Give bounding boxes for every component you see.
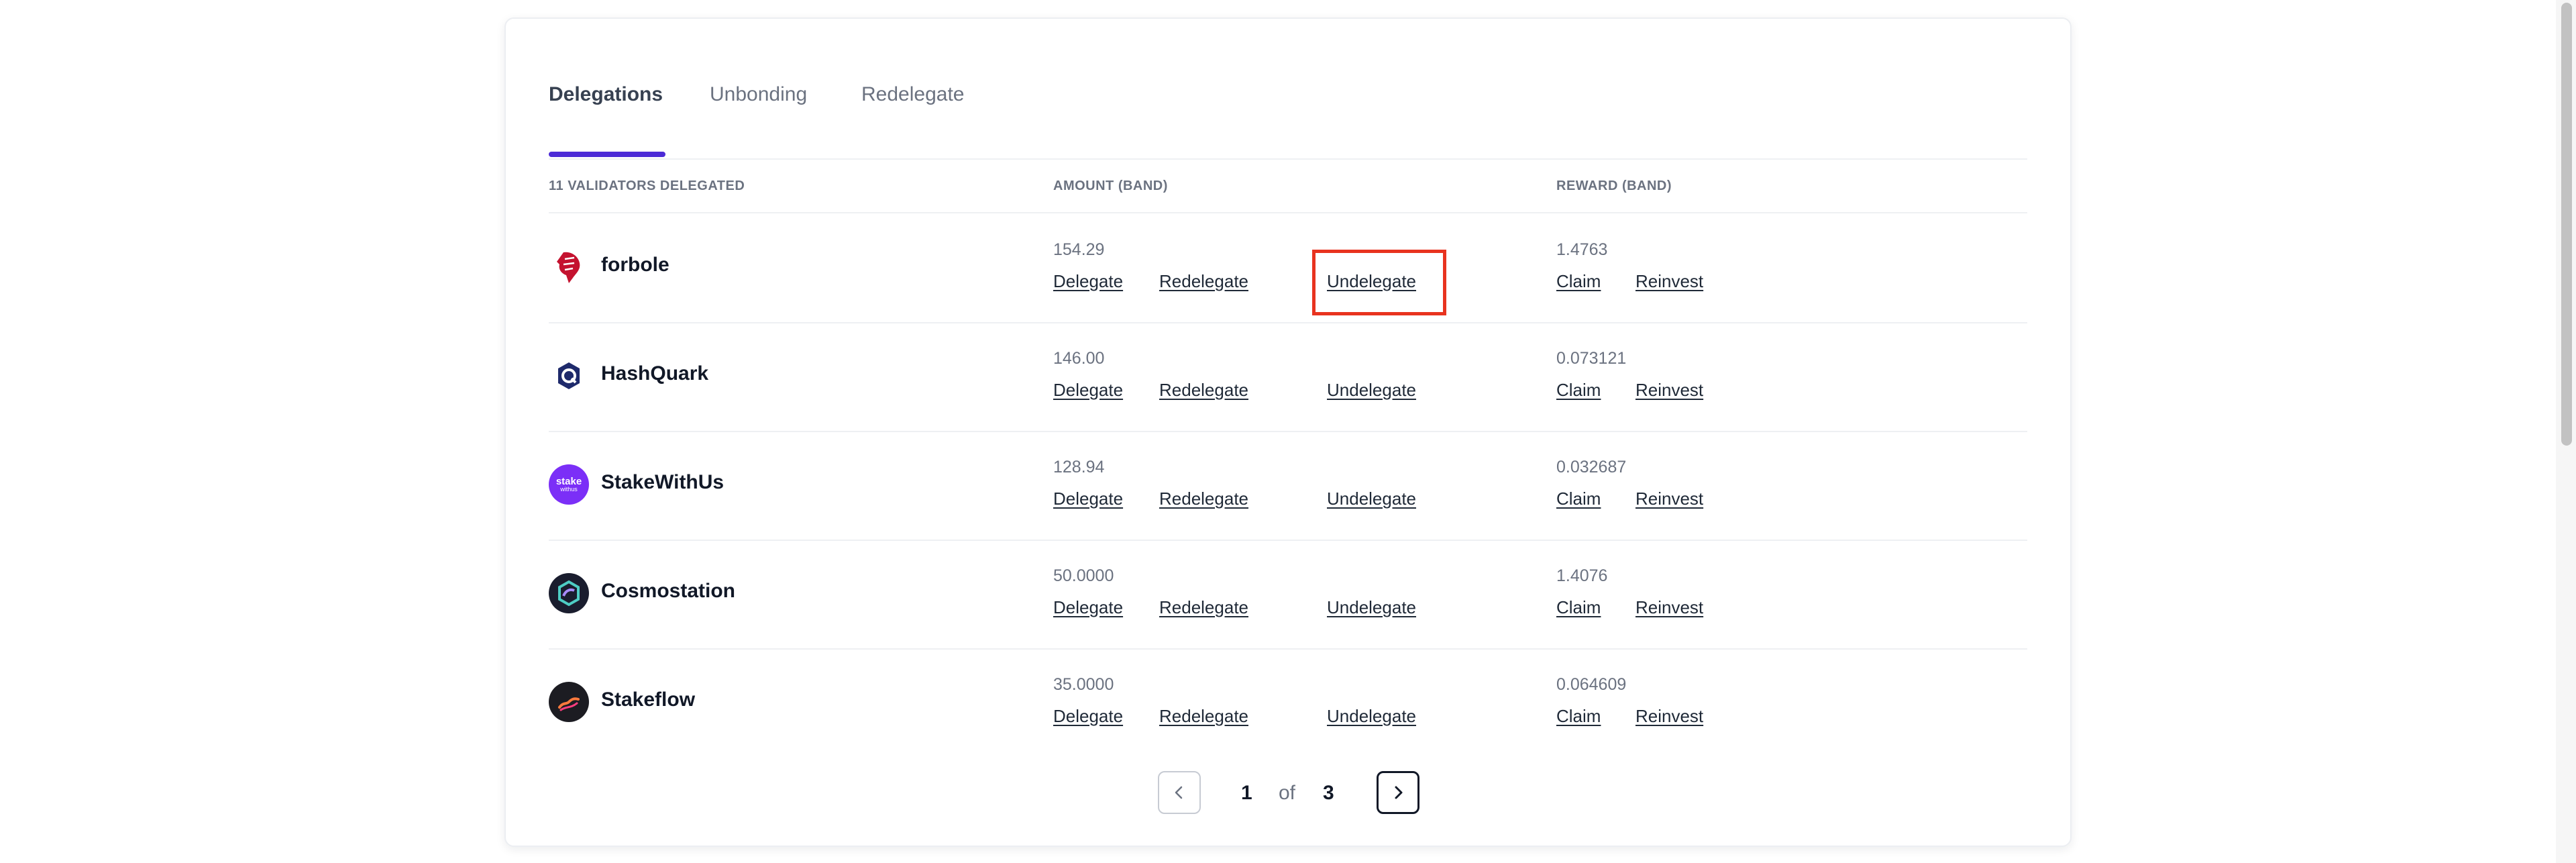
validator-name[interactable]: HashQuark xyxy=(601,362,708,385)
page: Delegations Unbonding Redelegate 11 VALI… xyxy=(0,0,2576,863)
stakewithus-logo-text-top: stake xyxy=(555,476,582,487)
stakewithus-logo-icon: stake withus xyxy=(549,464,589,505)
delegate-button[interactable]: Delegate xyxy=(1053,271,1123,292)
hashquark-logo-icon xyxy=(549,356,589,396)
redelegate-button[interactable]: Redelegate xyxy=(1159,706,1248,727)
table-row: HashQuark 146.00 Delegate Redelegate Und… xyxy=(549,322,2031,431)
tab-delegations[interactable]: Delegations xyxy=(549,83,663,106)
amount-value: 35.0000 xyxy=(1053,675,1114,694)
forbole-logo-icon xyxy=(549,247,589,287)
validators-count-header: 11 VALIDATORS DELEGATED xyxy=(549,179,745,193)
amount-value: 146.00 xyxy=(1053,349,1105,368)
amount-header: AMOUNT (BAND) xyxy=(1053,179,1168,193)
stakewithus-logo-text-bottom: withus xyxy=(560,486,578,493)
table-row: stake withus StakeWithUs 128.94 Delegate… xyxy=(549,431,2031,540)
amount-value: 154.29 xyxy=(1053,240,1105,259)
tab-unbonding[interactable]: Unbonding xyxy=(710,83,807,106)
reinvest-button[interactable]: Reinvest xyxy=(1635,271,1703,292)
undelegate-button[interactable]: Undelegate xyxy=(1327,597,1416,618)
reinvest-button[interactable]: Reinvest xyxy=(1635,380,1703,401)
page-scrollbar[interactable] xyxy=(2556,0,2576,863)
reward-header: REWARD (BAND) xyxy=(1556,179,1672,193)
claim-button[interactable]: Claim xyxy=(1556,597,1601,618)
table-row: Stakeflow 35.0000 Delegate Redelegate Un… xyxy=(549,648,2031,757)
redelegate-button[interactable]: Redelegate xyxy=(1159,489,1248,509)
delegate-button[interactable]: Delegate xyxy=(1053,597,1123,618)
tab-bar: Delegations Unbonding Redelegate xyxy=(549,64,2031,158)
delegate-button[interactable]: Delegate xyxy=(1053,380,1123,401)
chevron-left-icon xyxy=(1175,786,1183,799)
current-page: 1 xyxy=(1241,782,1252,804)
redelegate-button[interactable]: Redelegate xyxy=(1159,597,1248,618)
table-row: Cosmostation 50.0000 Delegate Redelegate… xyxy=(549,540,2031,648)
delegate-button[interactable]: Delegate xyxy=(1053,706,1123,727)
tab-redelegate[interactable]: Redelegate xyxy=(861,83,964,106)
validator-name[interactable]: Stakeflow xyxy=(601,689,695,711)
delegations-card: Delegations Unbonding Redelegate 11 VALI… xyxy=(504,17,2072,847)
tab-divider xyxy=(549,158,2027,160)
redelegate-button[interactable]: Redelegate xyxy=(1159,380,1248,401)
amount-value: 50.0000 xyxy=(1053,566,1114,585)
claim-button[interactable]: Claim xyxy=(1556,271,1601,292)
undelegate-button[interactable]: Undelegate xyxy=(1327,380,1416,401)
undelegate-button[interactable]: Undelegate xyxy=(1327,271,1416,292)
chevron-right-icon xyxy=(1395,786,1403,799)
table-row: forbole 154.29 Delegate Redelegate Undel… xyxy=(549,213,2031,322)
page-of-label: of xyxy=(1279,782,1296,804)
total-pages: 3 xyxy=(1323,782,1334,804)
undelegate-button[interactable]: Undelegate xyxy=(1327,489,1416,509)
claim-button[interactable]: Claim xyxy=(1556,489,1601,509)
reward-value: 1.4076 xyxy=(1556,566,1608,585)
cosmostation-logo-icon xyxy=(549,573,589,613)
scrollbar-thumb[interactable] xyxy=(2561,3,2572,446)
previous-page-button[interactable] xyxy=(1158,771,1201,814)
claim-button[interactable]: Claim xyxy=(1556,706,1601,727)
active-tab-indicator xyxy=(549,152,665,157)
redelegate-button[interactable]: Redelegate xyxy=(1159,271,1248,292)
reward-value: 0.032687 xyxy=(1556,458,1627,476)
reinvest-button[interactable]: Reinvest xyxy=(1635,597,1703,618)
validator-name[interactable]: StakeWithUs xyxy=(601,471,724,494)
reward-value: 0.073121 xyxy=(1556,349,1627,368)
next-page-button[interactable] xyxy=(1377,771,1419,814)
delegate-button[interactable]: Delegate xyxy=(1053,489,1123,509)
reward-value: 0.064609 xyxy=(1556,675,1627,694)
validator-name[interactable]: Cosmostation xyxy=(601,580,735,603)
amount-value: 128.94 xyxy=(1053,458,1105,476)
claim-button[interactable]: Claim xyxy=(1556,380,1601,401)
reward-value: 1.4763 xyxy=(1556,240,1608,259)
stakeflow-logo-icon xyxy=(549,682,589,722)
undelegate-button[interactable]: Undelegate xyxy=(1327,706,1416,727)
reinvest-button[interactable]: Reinvest xyxy=(1635,706,1703,727)
validator-name[interactable]: forbole xyxy=(601,254,669,276)
reinvest-button[interactable]: Reinvest xyxy=(1635,489,1703,509)
